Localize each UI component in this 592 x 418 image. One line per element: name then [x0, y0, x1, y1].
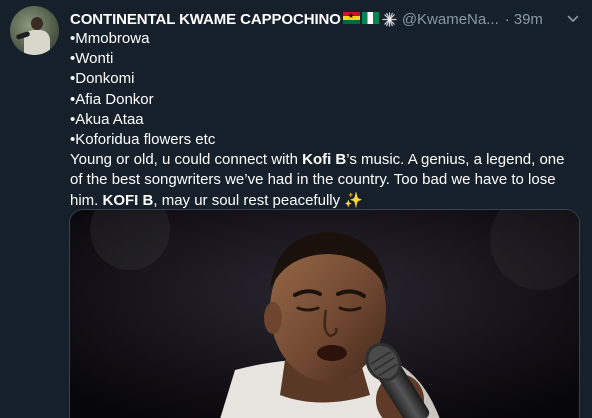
separator-dot: · — [504, 10, 510, 28]
list-item: •Wonti — [70, 50, 114, 68]
paragraph-line-1: Young or old, u could connect with Kofi … — [70, 150, 580, 170]
text-segment: him. — [70, 191, 103, 209]
list-item: •Akua Ataa — [70, 110, 144, 128]
tweet[interactable]: CONTINENTAL KWAME CAPPOCHINO @KwameNa...… — [0, 0, 592, 418]
list-item: •Koforidua flowers etc — [70, 131, 216, 149]
tweet-timestamp[interactable]: 39m — [514, 11, 543, 28]
photo-singer — [70, 210, 579, 418]
avatar[interactable] — [10, 6, 59, 55]
list-item: •Afia Donkor — [70, 90, 154, 108]
nigeria-flag-icon — [361, 12, 379, 24]
text-segment: ’s music. A genius, a legend, one — [346, 151, 565, 169]
chevron-down-icon[interactable] — [566, 12, 580, 26]
tweet-header: CONTINENTAL KWAME CAPPOCHINO @KwameNa...… — [70, 8, 570, 30]
tweet-text: •Mmobrowa •Wonti •Donkomi •Afia Donkor •… — [70, 29, 580, 211]
ghana-flag-icon — [342, 12, 360, 24]
list-item: •Mmobrowa — [70, 30, 150, 47]
list-item: •Donkomi — [70, 70, 135, 88]
paragraph-line-3: him. KOFI B, may ur soul rest peacefully… — [70, 191, 580, 211]
paragraph-line-2: of the best songwriters we’ve had in the… — [70, 171, 556, 189]
avatar-figure-head — [31, 17, 43, 30]
text-segment: , may ur soul rest peacefully — [153, 191, 345, 209]
bold-name: Kofi B — [302, 151, 347, 169]
sparkles-emoji: ✨ — [344, 191, 363, 209]
bold-name: KOFI B — [102, 191, 154, 209]
text-segment: Young or old, u could connect with — [70, 151, 303, 169]
sparkle-icon — [382, 11, 397, 27]
author-handle[interactable]: @KwameNa... — [402, 11, 499, 28]
tweet-media-photo[interactable] — [69, 209, 580, 418]
author-name[interactable]: CONTINENTAL KWAME CAPPOCHINO — [70, 11, 341, 28]
